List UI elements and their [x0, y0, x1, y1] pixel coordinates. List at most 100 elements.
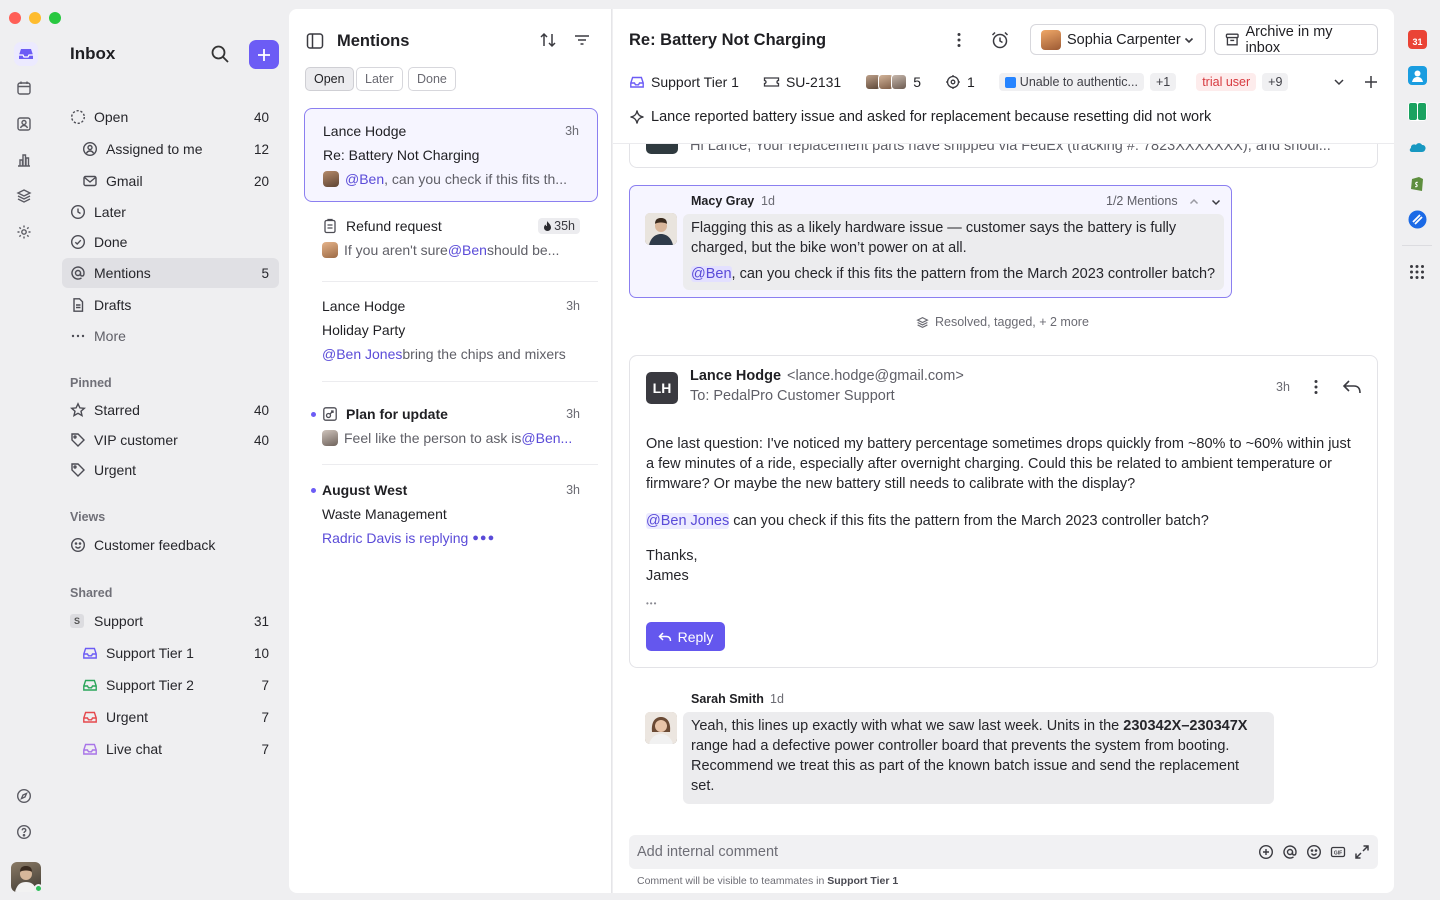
add-circle-icon[interactable] [1258, 844, 1274, 860]
tag-trial-user[interactable]: trial user [1196, 73, 1257, 91]
previous-message-collapsed[interactable]: Hi Lance, Your replacement parts have sh… [629, 144, 1378, 168]
apps-grid-icon[interactable] [1409, 264, 1425, 280]
tab-open[interactable]: Open [305, 67, 354, 91]
item-preview-row: Feel like the person to ask is @Ben... [322, 430, 580, 446]
integration-more[interactable]: +1 [1149, 73, 1177, 91]
sheets-app-icon[interactable] [1408, 102, 1427, 121]
email-paragraph-line: One last question: I've noticed my batte… [646, 436, 1351, 452]
at-sign-icon[interactable] [1282, 844, 1298, 860]
archive-button[interactable]: Archive in my inbox [1214, 23, 1378, 56]
item-subject: Plan for update [346, 406, 448, 422]
expand-icon[interactable] [1354, 844, 1370, 860]
integration-tag[interactable]: Unable to authentic... [998, 73, 1144, 91]
comment-time: 1d [761, 194, 775, 208]
inbox-app-icon[interactable] [14, 42, 38, 66]
plus-icon[interactable] [1364, 75, 1378, 89]
reply-icon[interactable] [1342, 378, 1362, 396]
email-mention[interactable]: @Ben Jones [646, 513, 730, 529]
ticket-id[interactable]: SU-2131 [786, 74, 841, 90]
sender-name: Lance Hodge [690, 368, 782, 384]
sidebar-item-vip-customer[interactable]: VIP customer 40 [62, 425, 279, 455]
sidebar-item-more[interactable]: More [62, 321, 279, 351]
sla-badge: 35h [538, 218, 580, 234]
sparkle-icon [630, 110, 644, 124]
list-item[interactable]: Plan for update 3h Feel like the person … [304, 392, 598, 464]
shopify-icon[interactable] [1408, 174, 1427, 193]
emoji-icon[interactable] [1306, 844, 1322, 860]
calendar-icon[interactable] [16, 80, 36, 100]
more-vertical-icon[interactable] [950, 31, 968, 49]
analytics-icon[interactable] [16, 152, 36, 172]
alarm-clock-icon[interactable] [990, 30, 1010, 50]
sidebar-item-drafts[interactable]: Drafts [62, 290, 279, 320]
sidebar-item-label: Urgent [94, 462, 137, 478]
item-subject: Waste Management [322, 506, 447, 522]
item-subject: Refund request [346, 218, 442, 234]
email-mention-rest: can you check if this fits the pattern f… [729, 513, 1209, 529]
show-quoted-button[interactable]: ••• [646, 594, 657, 614]
activity-summary[interactable]: Resolved, tagged, + 2 more [916, 315, 1089, 329]
sort-icon[interactable] [539, 31, 557, 49]
sidebar-item-mentions[interactable]: Mentions 5 [62, 258, 279, 288]
sidebar-item-label: Live chat [106, 741, 163, 757]
tags-more[interactable]: +9 [1262, 73, 1289, 91]
sidebar-item-support-tier-1[interactable]: Support Tier 1 10 [74, 638, 279, 668]
help-icon[interactable] [16, 824, 36, 844]
contacts-icon[interactable] [16, 116, 36, 136]
more-vertical-icon[interactable] [1307, 378, 1325, 396]
sidebar-item-open[interactable]: Open 40 [62, 102, 279, 132]
assignee-dropdown[interactable]: Sophia Carpenter [1030, 24, 1206, 55]
participants-avatars[interactable] [865, 74, 908, 90]
email-from-row: Lance Hodge <lance.hodge@gmail.com> [690, 368, 964, 384]
sidebar-item-live-chat[interactable]: Live chat 7 [74, 734, 279, 764]
chevron-down-icon[interactable] [1332, 75, 1346, 89]
list-item[interactable]: Lance Hodge 3h Re: Battery Not Charging … [304, 108, 598, 202]
reply-button[interactable]: Reply [646, 622, 725, 651]
sidebar-item-support[interactable]: S Support 31 [62, 606, 279, 636]
chevron-up-icon[interactable] [1188, 196, 1200, 208]
gif-icon[interactable]: GIF [1330, 844, 1346, 860]
compass-icon[interactable] [16, 788, 36, 808]
check-circle-icon [70, 234, 86, 250]
chevron-down-icon[interactable] [1210, 196, 1222, 208]
comment-composer[interactable]: Add internal comment GIF [629, 835, 1378, 869]
salesforce-icon[interactable] [1408, 138, 1427, 157]
sidebar-item-customer-feedback[interactable]: Customer feedback [62, 530, 279, 560]
email-to: To: PedalPro Customer Support [690, 388, 895, 404]
comment-mention[interactable]: @Ben [691, 266, 732, 282]
sidebar-item-assigned-to-me[interactable]: Assigned to me 12 [74, 134, 279, 164]
comment-bubble: Flagging this as a likely hardware issue… [683, 214, 1224, 290]
list-item[interactable]: Lance Hodge 3h Holiday Party @Ben Jones … [304, 284, 598, 382]
settings-icon[interactable] [16, 224, 36, 244]
layers-icon[interactable] [16, 188, 36, 208]
contacts-app-icon[interactable] [1408, 66, 1427, 85]
composer-hint-inbox: Support Tier 1 [827, 875, 899, 887]
search-icon[interactable] [210, 44, 230, 64]
sidebar-item-done[interactable]: Done [62, 227, 279, 257]
email-time: 3h [1276, 380, 1290, 394]
inbox-icon [83, 679, 97, 691]
linear-app-icon[interactable] [1408, 210, 1427, 229]
sidebar-item-later[interactable]: Later [62, 197, 279, 227]
item-subject-row: Plan for update [322, 406, 580, 422]
tab-done[interactable]: Done [408, 67, 456, 91]
filter-icon[interactable] [573, 31, 591, 49]
sidebar-item-starred[interactable]: Starred 40 [62, 395, 279, 425]
list-item[interactable]: Refund request 35h If you aren't sure @B… [304, 208, 598, 282]
google-calendar-icon[interactable]: 31 [1408, 30, 1427, 49]
sidebar-item-label: Support Tier 2 [106, 677, 194, 693]
inbox-label[interactable]: Support Tier 1 [651, 74, 739, 90]
sidebar-item-count: 7 [261, 709, 269, 725]
sidebar-toggle-icon[interactable] [305, 31, 325, 51]
mentions-list-panel: Mentions Open Later Done Lance Hodge 3h … [289, 9, 612, 893]
new-message-button[interactable] [249, 40, 279, 69]
archive-label: Archive in my inbox [1245, 23, 1333, 56]
list-item[interactable]: August West 3h Waste Management Radric D… [304, 468, 598, 564]
thread-icon [323, 407, 337, 421]
sidebar-item-gmail[interactable]: Gmail 20 [74, 166, 279, 196]
sidebar-item-urgent-shared[interactable]: Urgent 7 [74, 702, 279, 732]
tab-later[interactable]: Later [356, 67, 403, 91]
sidebar-item-urgent-pinned[interactable]: Urgent [62, 455, 279, 485]
sidebar-item-support-tier-2[interactable]: Support Tier 2 7 [74, 670, 279, 700]
watcher-icon[interactable] [945, 74, 961, 90]
